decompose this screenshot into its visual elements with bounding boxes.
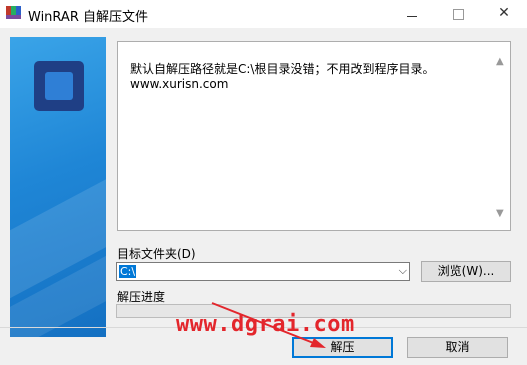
watermark-text: www.dgrai.com — [176, 312, 355, 337]
red-arrow-icon — [211, 302, 326, 348]
sfx-window: WinRAR 自解压文件 ✕ 默认自解压路径就是C:\根目录没错；不用改到程序目… — [0, 0, 527, 365]
